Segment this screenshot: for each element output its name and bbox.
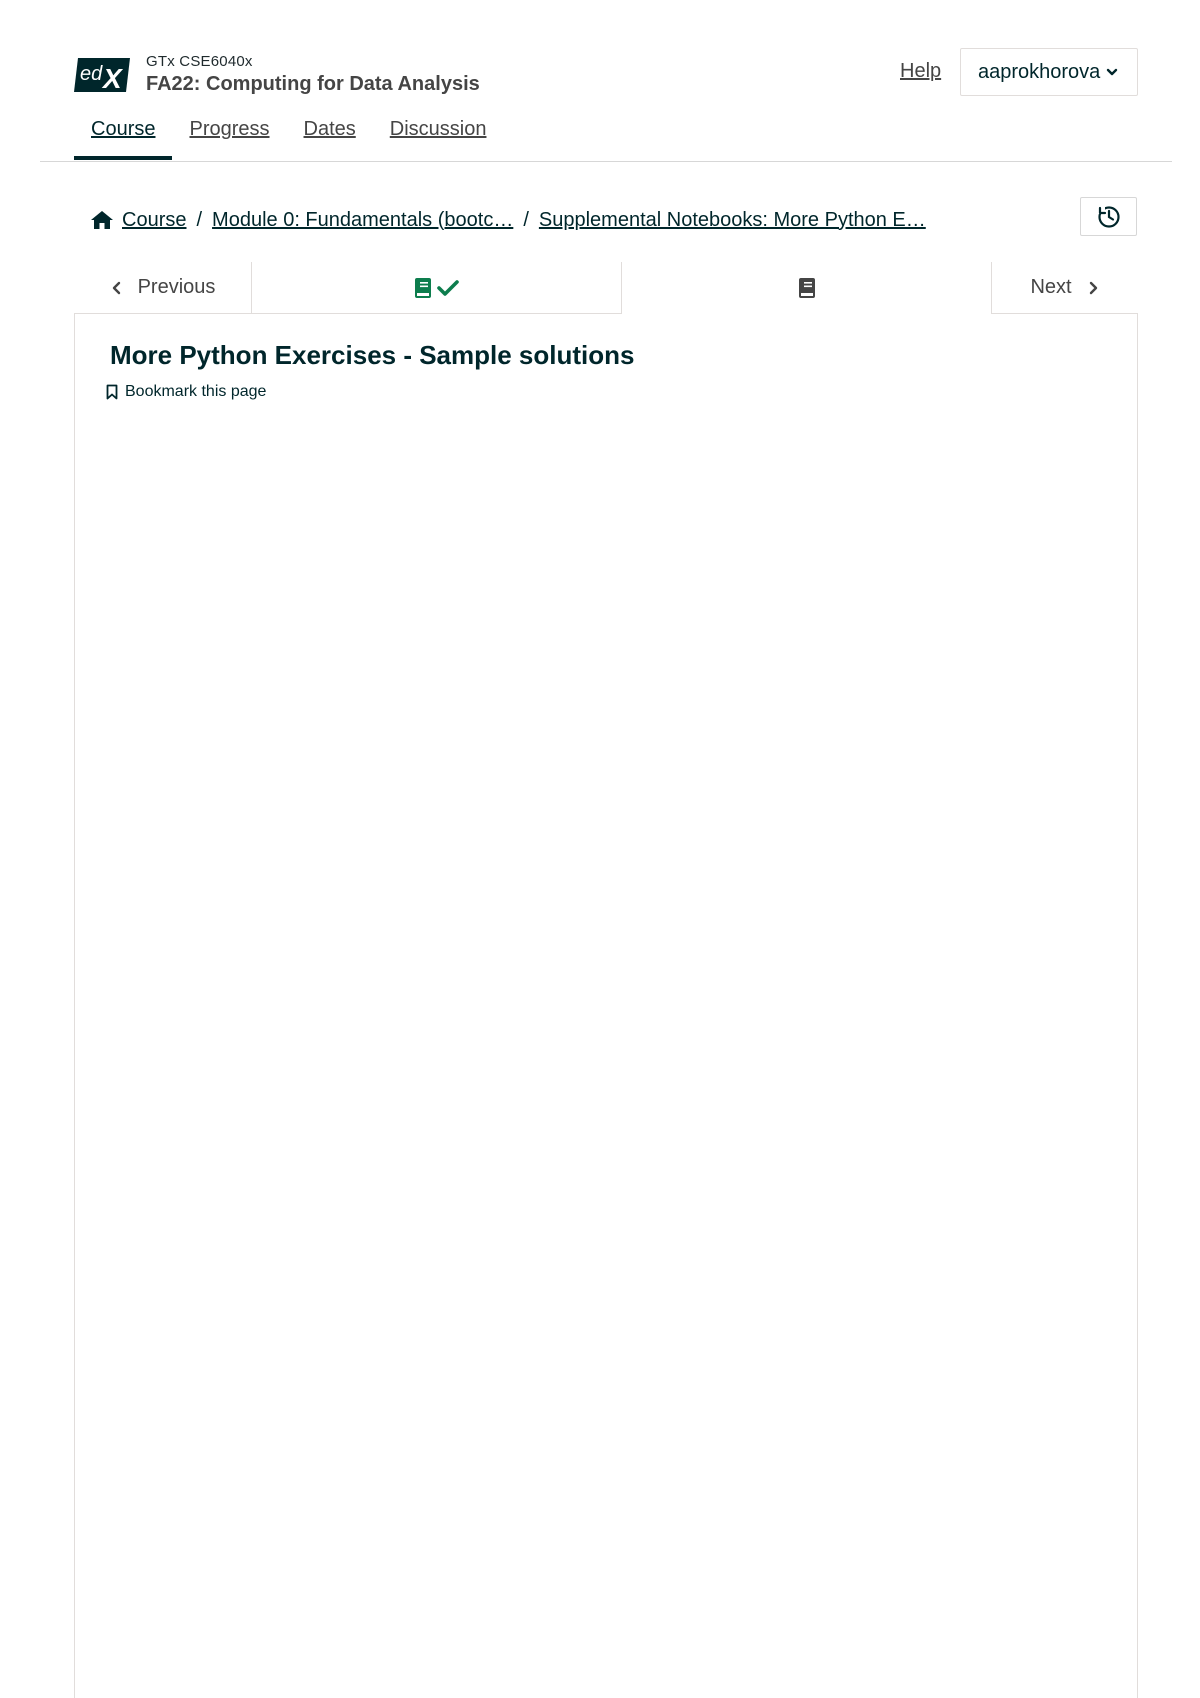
courseware-page: ed X GTx CSE6040x FA22: Computing for Da… (0, 0, 1200, 1698)
home-icon[interactable] (90, 210, 114, 230)
breadcrumb-separator: / (523, 208, 529, 231)
tab-discussion[interactable]: Discussion (373, 118, 504, 162)
sequence-navigation: Previous Next (74, 262, 1138, 314)
svg-text:ed: ed (80, 63, 103, 85)
book-icon (798, 278, 815, 298)
book-icon (415, 277, 431, 298)
username: aaprokhorova (978, 60, 1101, 83)
tab-dates[interactable]: Dates (287, 118, 373, 162)
breadcrumb-section[interactable]: Module 0: Fundamentals (bootc… (212, 209, 513, 232)
user-menu-button[interactable]: aaprokhorova (960, 48, 1138, 96)
chevron-right-icon (1089, 281, 1097, 294)
bookmark-label: Bookmark this page (125, 383, 267, 400)
breadcrumb-course[interactable]: Course (122, 209, 186, 232)
svg-text:X: X (101, 63, 124, 92)
bookmark-icon (106, 384, 118, 400)
unit-content-frame (74, 262, 1138, 1698)
unit-tab-current[interactable] (622, 262, 992, 314)
course-title: FA22: Computing for Data Analysis (146, 73, 480, 95)
tab-progress[interactable]: Progress (172, 118, 286, 162)
course-header: ed X GTx CSE6040x FA22: Computing for Da… (0, 0, 1200, 164)
unit-title: More Python Exercises - Sample solutions (110, 340, 635, 370)
help-link[interactable]: Help (900, 60, 941, 83)
next-label: Next (1030, 276, 1072, 298)
chevron-down-icon (1107, 68, 1118, 76)
breadcrumb-subsection[interactable]: Supplemental Notebooks: More Python E… (539, 209, 926, 232)
resume-history-button[interactable] (1080, 197, 1137, 236)
history-icon (1096, 204, 1120, 228)
bookmark-button[interactable]: Bookmark this page (106, 381, 266, 403)
edx-logo[interactable]: ed X (74, 58, 130, 92)
previous-label: Previous (137, 276, 216, 298)
header-divider (40, 161, 1172, 162)
course-org: GTx CSE6040x (146, 53, 253, 70)
checkmark-icon (437, 279, 459, 296)
previous-button[interactable]: Previous (74, 262, 252, 314)
unit-tab-completed[interactable] (252, 262, 622, 314)
next-button[interactable]: Next (992, 262, 1138, 314)
course-tabs: Course Progress Dates Discussion (74, 118, 503, 162)
tab-course[interactable]: Course (74, 118, 173, 162)
breadcrumb-separator: / (196, 208, 203, 231)
breadcrumb: Course / Module 0: Fundamentals (bootc… … (90, 205, 926, 235)
chevron-left-icon (112, 281, 120, 294)
